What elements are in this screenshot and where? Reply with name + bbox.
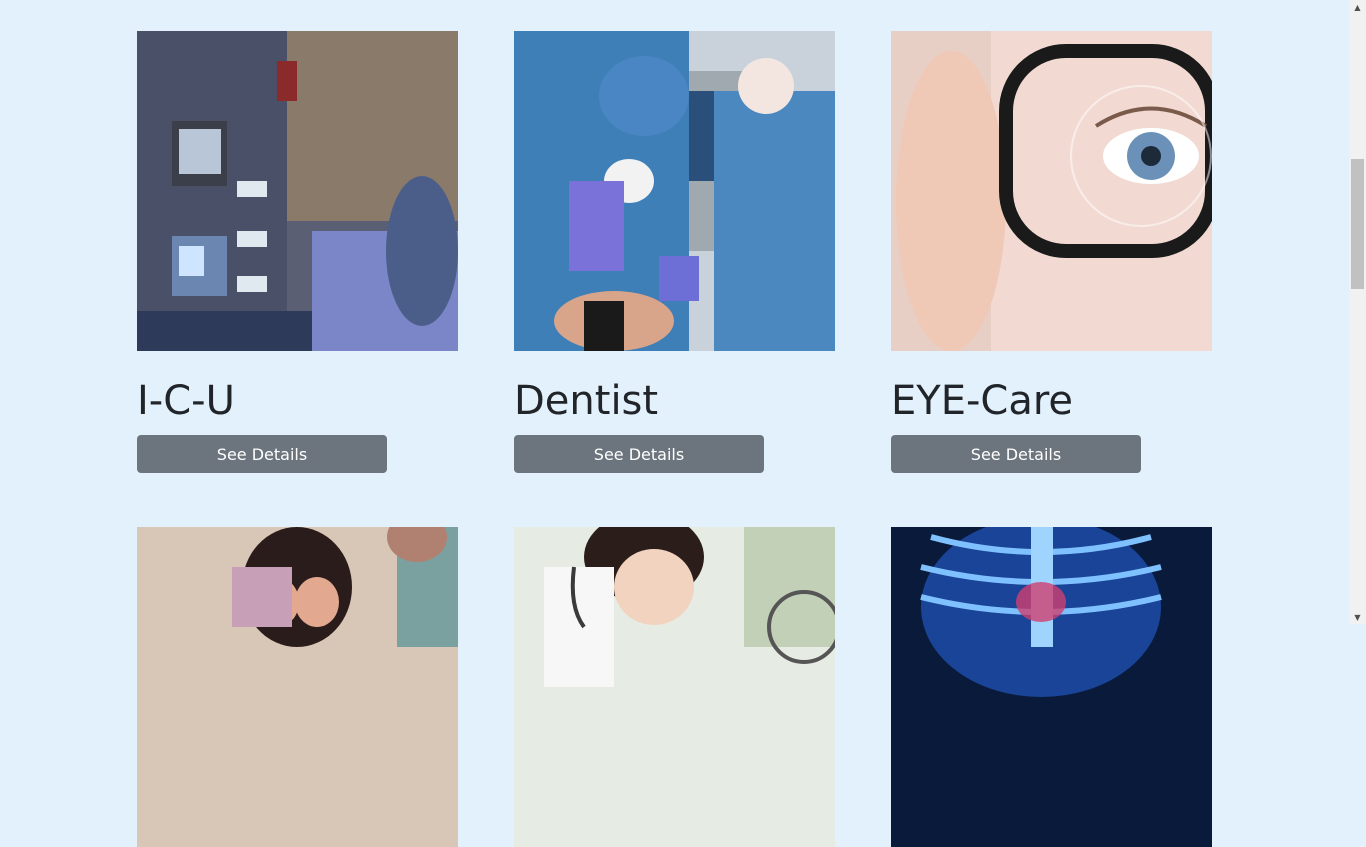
service-title: I-C-U	[137, 378, 235, 424]
service-card-eye-care: EYE-Care See Details	[891, 31, 1212, 473]
scrollbar-thumb[interactable]	[1351, 159, 1364, 289]
see-details-button[interactable]: See Details	[891, 435, 1141, 473]
dentist-image	[514, 31, 835, 351]
vertical-scrollbar[interactable]: ▲ ▼	[1349, 0, 1366, 624]
scroll-up-icon[interactable]: ▲	[1349, 0, 1366, 14]
see-details-button[interactable]: See Details	[514, 435, 764, 473]
see-details-button[interactable]: See Details	[137, 435, 387, 473]
scroll-down-icon[interactable]: ▼	[1349, 610, 1366, 624]
service-card-icu: I-C-U See Details	[137, 31, 458, 473]
distressed-woman-image	[137, 527, 458, 847]
service-title: Dentist	[514, 378, 659, 424]
icu-image	[137, 31, 458, 351]
service-title: EYE-Care	[891, 378, 1074, 424]
service-card-dentist: Dentist See Details	[514, 31, 835, 473]
service-card-row2-3	[891, 527, 1212, 847]
eye-care-image	[891, 31, 1212, 351]
skeleton-xray-image	[891, 527, 1212, 847]
female-doctor-image	[514, 527, 835, 847]
service-card-row2-1	[137, 527, 458, 847]
service-card-row2-2	[514, 527, 835, 847]
